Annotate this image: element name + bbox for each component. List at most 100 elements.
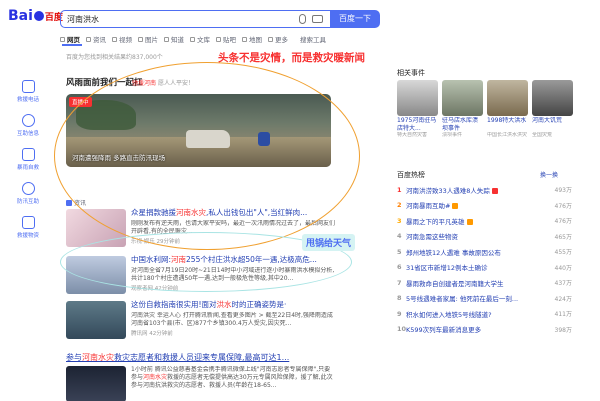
hot-tag-icon [491,187,498,194]
hot-count: 437万 [554,280,572,288]
hot-text[interactable]: 31省区市新增12例本土确诊 [406,262,542,272]
hot-item[interactable]: 3 暴雨之下的平凡英雄 476万 [397,213,572,229]
related-caption[interactable]: 1998特大洪水 [487,117,528,132]
wide-news-title[interactable]: 参与河南水灾救灾志愿者和救援人员迎来专属保障,最高可达1... [66,352,336,363]
header: Bai 百度 河南洪水 百度一下 [0,0,600,32]
hot-item[interactable]: 8 5号线遇难者家属: 他死前在最后一刻... 424万 [397,291,572,307]
hot-text-label: K599次列车最新消息更多 [406,326,482,335]
hot-text[interactable]: 暴雨救命自创建者是河南籍大学生 [406,278,542,288]
hot-text-label: 河南急需这些物资 [406,233,458,242]
hot-text-label: 5号线遇难者家属: 他死前在最后一刻... [406,295,519,304]
sidenav-item-2[interactable]: 暴雨自救 [10,148,46,182]
tab-6[interactable]: 贴吧 [216,33,236,45]
sidenav-icon [21,114,35,127]
related-sub: 全国灾荒 [532,132,553,138]
hot-rank: 4 [397,232,402,241]
related-events: 1975河南驻马店特大... 特大自然灾害 驻马店水库溃坝事件 溃坝事件 1998特大洪… [397,80,573,152]
hot-text[interactable]: 河南洪涝致33人遇难8人失踪 [406,185,542,195]
tab-7[interactable]: 地图 [242,33,262,45]
side-nav: 救援电话互助信息暴雨自救防汛互助救援物资 [10,80,46,250]
hot-rank: 2 [397,201,402,210]
hot-item[interactable]: 5 郑州地铁12人遇难 事故原因公布 455万 [397,244,572,260]
microphone-icon[interactable] [299,14,306,24]
hot-title: 百度热榜 [397,171,425,179]
related-image[interactable] [397,80,438,116]
hot-item[interactable]: 10 K599次列车最新消息更多 398万 [397,322,572,338]
related-title: 相关事件 [397,69,425,77]
news-thumbnail[interactable] [66,301,126,339]
tab-8[interactable]: 更多 [268,33,288,45]
sidenav-label: 防汛互助 [16,199,39,205]
related-image[interactable] [532,80,573,116]
tab-icon [242,36,247,42]
hot-item[interactable]: 4 河南急需这些物资 465万 [397,229,572,245]
hot-item[interactable]: 1 河南洪涝致33人遇难8人失踪 493万 [397,182,572,198]
hot-rank: 8 [397,294,402,303]
camera-icon[interactable] [312,15,323,23]
hot-item[interactable]: 2 河南暴雨互助# 476万 [397,198,572,214]
hot-count: 465万 [554,233,572,241]
tab-1[interactable]: 资讯 [86,33,106,45]
related-item[interactable]: 河南大饥荒 全国灾荒 [532,80,573,152]
refresh-button[interactable]: 换一换 [540,170,558,179]
hot-text[interactable]: 河南暴雨互助# [406,200,542,210]
hot-text[interactable]: 暴雨之下的平凡英雄 [406,216,542,226]
tab-3[interactable]: 图片 [138,33,158,45]
hot-item[interactable]: 6 31省区市新增12例本土确诊 440万 [397,260,572,276]
hot-count: 411万 [554,311,572,319]
sidenav-label: 暴雨自救 [16,165,39,171]
annotation-ellipse-orange [54,62,360,250]
related-item[interactable]: 驻马店水库溃坝事件 溃坝事件 [442,80,483,152]
hot-text[interactable]: K599次列车最新消息更多 [406,324,542,334]
hot-text[interactable]: 积水如何进入地铁5号线隧道? [406,309,542,319]
wide-news-thumbnail[interactable] [66,366,126,401]
hot-item[interactable]: 9 积水如何进入地铁5号线隧道? 411万 [397,306,572,322]
tab-icon [216,36,221,42]
related-caption[interactable]: 1975河南驻马店特大... [397,117,438,132]
hot-rank: 5 [397,247,402,256]
hot-text[interactable]: 郑州地铁12人遇难 事故原因公布 [406,247,542,257]
hot-rank: 3 [397,216,402,225]
news-wide-item[interactable]: 参与河南水灾救灾志愿者和救援人员迎来专属保障,最高可达1... 1小时前 腾讯公… [66,352,336,401]
related-caption[interactable]: 河南大饥荒 [532,117,573,132]
tab-label: 地图 [249,36,262,44]
search-tools[interactable]: 搜索工具 [300,34,326,44]
related-image[interactable] [442,80,483,116]
sidenav-item-1[interactable]: 互助信息 [10,114,46,148]
tab-icon [268,36,273,42]
sidenav-icon [21,216,35,229]
tab-label: 视频 [119,36,132,44]
hot-tag-icon [452,203,459,210]
news-title-post: 时的正确姿势是· [231,300,287,309]
hot-count: 476万 [554,218,572,226]
news-meta: 腾讯网 42分钟前 [131,331,173,337]
tab-2[interactable]: 视频 [112,33,132,45]
tab-4[interactable]: 知道 [164,33,184,45]
wide-title-pre: 参与 [66,353,82,362]
sidenav-label: 救援电话 [16,97,39,103]
search-button[interactable]: 百度一下 [330,10,380,28]
sidenav-item-3[interactable]: 防汛互助 [10,182,46,216]
related-image[interactable] [487,80,528,116]
news-title[interactable]: 这份自救指南很实用!面对洪水时的正确姿势是· [131,299,336,310]
hot-rank: 1 [397,185,402,194]
sidenav-item-4[interactable]: 救援物资 [10,216,46,250]
tab-icon [60,36,65,42]
search-input[interactable]: 河南洪水 [60,10,330,28]
sidenav-item-0[interactable]: 救援电话 [10,80,46,114]
wide-title-hl: 河南水灾 [82,353,114,362]
tab-icon [190,36,195,42]
hot-item[interactable]: 7 暴雨救命自创建者是河南籍大学生 437万 [397,275,572,291]
related-item[interactable]: 1998特大洪水 中国长江洪水洪灾 [487,80,528,152]
tab-icon [112,36,117,42]
tab-5[interactable]: 文库 [190,33,210,45]
sidenav-icon [21,182,35,195]
tab-label: 文库 [197,36,210,44]
hot-text[interactable]: 河南急需这些物资 [406,231,542,241]
baidu-logo[interactable]: Bai 百度 [8,8,63,24]
hot-tag-icon [466,218,473,225]
result-count: 百度为您找到相关结果约837,000个 [66,54,163,61]
hot-text[interactable]: 5号线遇难者家属: 他死前在最后一刻... [406,293,542,303]
related-item[interactable]: 1975河南驻马店特大... 特大自然灾害 [397,80,438,152]
related-caption[interactable]: 驻马店水库溃坝事件 [442,117,483,132]
